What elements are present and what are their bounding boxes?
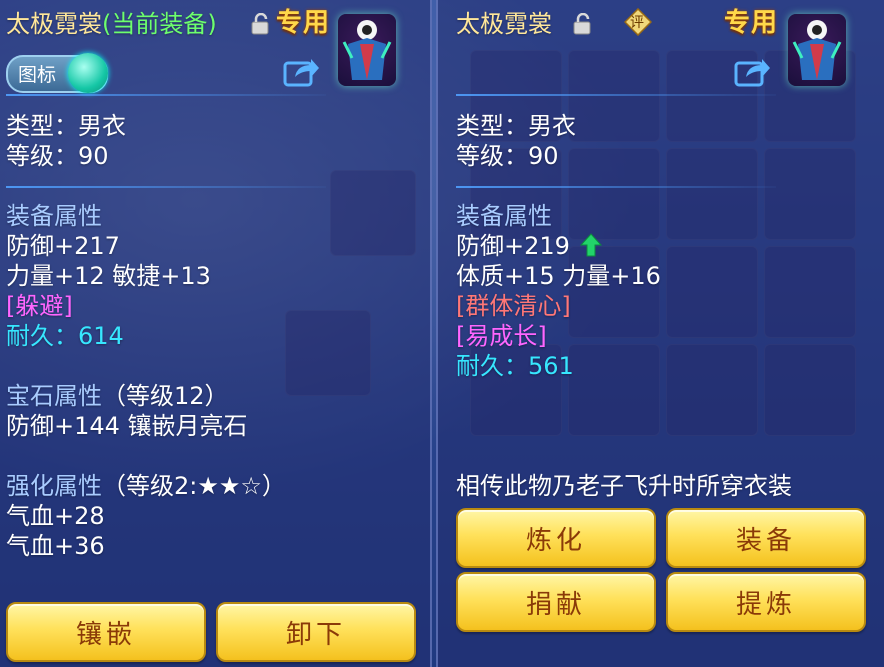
donate-button[interactable]: 捐献 — [456, 572, 656, 632]
share-icon[interactable] — [734, 55, 772, 87]
attr-heading: 装备属性 — [456, 202, 552, 230]
bonus-stats: 力量+12 敏捷+13 — [6, 262, 211, 290]
divider — [6, 186, 326, 188]
divider — [6, 94, 326, 96]
share-icon[interactable] — [283, 55, 321, 87]
item-title: 太极霓裳(当前装备) — [6, 10, 217, 38]
compare-equipment-panel: 太极霓裳 评 专用 类型：男衣 等级：90 装备属性 防御+219 体质+15 … — [436, 0, 884, 667]
current-equip-tag: (当前装备) — [102, 10, 217, 38]
hp-bonus-2: 气血+36 — [6, 532, 105, 560]
icon-toggle-label: 图标 — [18, 64, 57, 86]
type-line: 类型：男衣 — [6, 112, 126, 140]
gem-heading-line: 宝石属性（等级12） — [6, 382, 229, 410]
current-equipment-panel: 太极霓裳(当前装备) 专用 图标 类型：男衣 等级：90 装备属性 防御+217… — [0, 0, 432, 667]
durability-value: 614 — [78, 322, 124, 350]
special-effect: [躲避] — [6, 292, 73, 320]
divider — [456, 94, 776, 96]
durability-line: 耐久：614 — [6, 322, 124, 350]
defense-stat: 防御+219 — [456, 232, 570, 260]
refine-button[interactable]: 炼化 — [456, 508, 656, 568]
defense-stat: 防御+217 — [6, 232, 120, 260]
type-line: 类型：男衣 — [456, 112, 576, 140]
up-arrow-icon — [579, 233, 602, 257]
special-effect-1: [群体清心] — [456, 292, 571, 320]
exclusive-label: 专用 — [724, 8, 779, 38]
exclusive-label: 专用 — [276, 8, 331, 38]
unequip-button[interactable]: 卸下 — [216, 602, 416, 662]
extract-button[interactable]: 提炼 — [666, 572, 866, 632]
defense-stat-line: 防御+219 — [456, 232, 602, 260]
item-title: 太极霓裳 — [456, 10, 552, 38]
equip-button[interactable]: 装备 — [666, 508, 866, 568]
lock-icon[interactable] — [250, 13, 270, 35]
toggle-knob — [68, 53, 108, 93]
divider — [456, 186, 776, 188]
lock-icon[interactable] — [572, 13, 592, 35]
inlay-button[interactable]: 镶嵌 — [6, 602, 206, 662]
hp-bonus-1: 气血+28 — [6, 502, 105, 530]
robe-item-icon — [338, 14, 396, 86]
gem-effect: 防御+144 镶嵌月亮石 — [6, 412, 248, 440]
enhance-heading-line: 强化属性（等级2:★★☆） — [6, 472, 286, 500]
robe-item-icon — [788, 14, 846, 86]
bonus-stats: 体质+15 力量+16 — [456, 262, 661, 290]
durability-value: 561 — [528, 352, 574, 380]
icon-toggle[interactable]: 图标 — [6, 53, 108, 93]
durability-line: 耐久：561 — [456, 352, 574, 380]
attr-heading: 装备属性 — [6, 202, 102, 230]
level-line: 等级：90 — [456, 142, 559, 170]
item-description: 相传此物乃老子飞升时所穿衣装 — [456, 472, 792, 500]
rating-badge-text: 评 — [630, 15, 644, 31]
level-line: 等级：90 — [6, 142, 109, 170]
rating-badge[interactable]: 评 — [623, 7, 653, 37]
special-effect-2: [易成长] — [456, 322, 547, 350]
